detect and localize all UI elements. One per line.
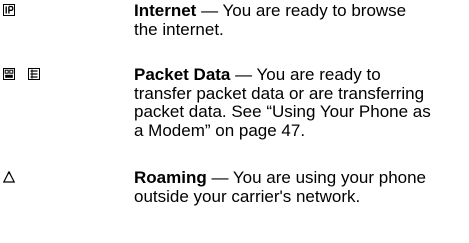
entry-separator: — (196, 1, 223, 20)
roaming-icon (3, 171, 15, 183)
entry-icons (3, 171, 15, 183)
entry-description: Roaming — You are using your phone outsi… (134, 168, 434, 206)
entry-description: Internet — You are ready to browse the i… (134, 1, 434, 39)
entry-description: Packet Data — You are ready to transfer … (134, 65, 434, 140)
entry-icons (3, 4, 15, 16)
entry-separator: — (230, 65, 257, 84)
entry-term: Roaming (134, 168, 207, 187)
entry-term: Packet Data (134, 65, 231, 84)
entry-term: Internet (134, 1, 197, 20)
packet-data-icon (3, 68, 15, 80)
packet-transfer-icon (28, 68, 40, 80)
entry-separator: — (206, 168, 233, 187)
internet-ip-icon (3, 4, 15, 16)
entry-icons (3, 68, 40, 80)
